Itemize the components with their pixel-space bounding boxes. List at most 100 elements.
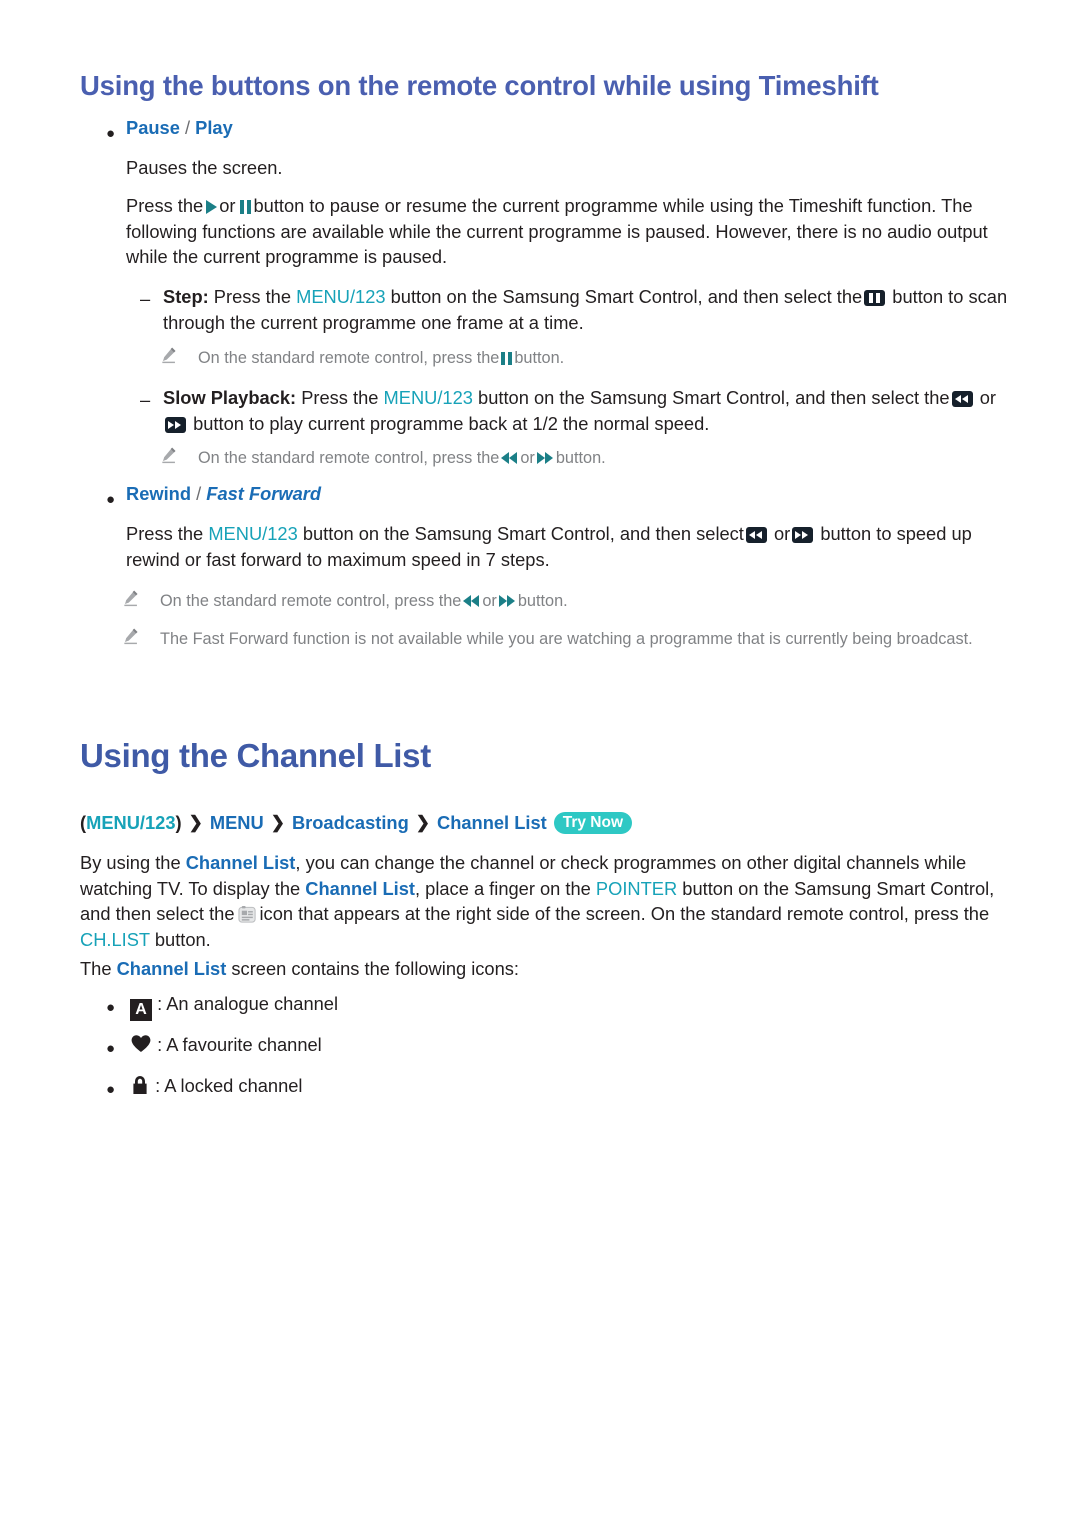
bullet-marker: ● <box>106 1081 116 1098</box>
legend-item-analogue: A : An analogue channel <box>130 992 338 1021</box>
step-note: On the standard remote control, press th… <box>198 346 998 370</box>
step-paragraph: Step: Press the MENU/123 button on the S… <box>163 284 1008 335</box>
channel-list-icon <box>237 905 256 923</box>
slow-playback-label: Slow Playback: <box>163 387 297 408</box>
icons-intro-lead: The <box>80 958 112 979</box>
cl-p3-tail: icon that appears at the right side of t… <box>259 903 990 924</box>
pointer-key: POINTER <box>595 877 678 899</box>
bullet-marker: ● <box>106 1040 116 1057</box>
rewind-button-icon <box>951 391 973 407</box>
rff-lead: Press the <box>126 523 204 544</box>
favourite-channel-icon <box>131 1035 151 1052</box>
dash-marker: – <box>140 389 151 410</box>
fast-forward-label: Fast Forward <box>206 483 322 504</box>
slow-mid: button on the Samsung Smart Control, and… <box>478 387 950 408</box>
step-lead: Press the <box>213 286 292 307</box>
pencil-icon <box>124 590 138 607</box>
fast-forward-note-icon <box>498 595 516 608</box>
pause-play-paragraph: Press the or button to pause or resume the… <box>126 193 1006 270</box>
rewind-label: Rewind <box>126 483 192 504</box>
breadcrumb-close-paren: ) <box>175 812 182 833</box>
menu-123-key: MENU/123 <box>208 523 298 544</box>
note-lead: On the standard remote control, press th… <box>160 592 462 610</box>
legend-item-favourite: : A favourite channel <box>130 1033 322 1057</box>
page-heading: Using the Channel List <box>80 737 431 774</box>
step-note-tail: button. <box>514 349 565 367</box>
paragraph-tail: button to pause or resume the current pr… <box>126 195 988 267</box>
pencil-icon <box>124 628 138 645</box>
step-note-lead: On the standard remote control, press th… <box>198 349 500 367</box>
pause-play-title: Pause / Play <box>126 117 233 139</box>
cl-p1-lead: By using the <box>80 852 181 873</box>
title-separator: / <box>184 117 191 138</box>
pencil-icon <box>162 347 176 364</box>
section-heading: Using the buttons on the remote control … <box>80 70 879 101</box>
fast-forward-button-icon <box>792 527 814 543</box>
icons-intro-tail: screen contains the following icons: <box>231 958 519 979</box>
document-page: Using the buttons on the remote control … <box>0 0 1080 1527</box>
rewind-fastforward-paragraph: Press the MENU/123 button on the Samsung… <box>126 521 1006 572</box>
legend-locked-text: : A locked channel <box>155 1075 303 1096</box>
rewind-note-icon <box>501 452 518 465</box>
breadcrumb-menu-key: MENU/123 <box>86 812 176 833</box>
breadcrumb-item-channel-list[interactable]: Channel List <box>437 812 547 834</box>
title-separator: / <box>196 483 202 504</box>
breadcrumb-item-menu[interactable]: MENU <box>210 812 264 834</box>
locked-channel-icon <box>133 1076 147 1094</box>
paragraph-lead: Press the <box>126 195 204 216</box>
slow-playback-paragraph: Slow Playback: Press the MENU/123 button… <box>163 385 1008 436</box>
analogue-channel-icon: A <box>130 999 152 1021</box>
rff-mid: button on the Samsung Smart Control, and… <box>302 523 744 544</box>
play-icon <box>206 200 218 214</box>
fast-forward-button-icon <box>165 416 186 433</box>
menu-123-key: MENU/123 <box>383 387 473 408</box>
channel-list-link: Channel List <box>305 877 415 899</box>
slow-tail: button to play current programme back at… <box>193 412 710 434</box>
dash-marker: – <box>140 288 151 309</box>
breadcrumb-separator: ❯ <box>188 813 203 832</box>
pencil-icon <box>162 447 176 464</box>
rff-or: or <box>773 523 791 544</box>
try-now-badge[interactable]: Try Now <box>553 812 633 834</box>
ch-list-key: CH.LIST <box>80 928 150 950</box>
breadcrumb-separator: ❯ <box>415 813 431 832</box>
pauses-the-screen-text: Pauses the screen. <box>126 157 283 178</box>
pause-label: Pause <box>126 117 180 138</box>
play-label: Play <box>195 117 233 138</box>
icons-intro: The Channel List screen contains the fol… <box>80 956 519 982</box>
cl-p4-tail: button. <box>154 928 211 950</box>
note-fastforward-unavailable: The Fast Forward function is not availab… <box>160 630 973 648</box>
channel-list-paragraph: By using the Channel List, you can chang… <box>80 850 1008 952</box>
step-mid: button on the Samsung Smart Control, and… <box>390 286 863 307</box>
legend-analogue-text: : An analogue channel <box>157 993 339 1014</box>
menu-123-key: MENU/123 <box>296 286 386 307</box>
slow-note-or: or <box>520 449 535 467</box>
slow-playback-note: On the standard remote control, press th… <box>198 446 998 470</box>
bullet-marker: ● <box>106 491 116 508</box>
rewind-button-icon <box>745 527 767 543</box>
pause-icon <box>239 200 252 214</box>
rewind-note-icon <box>463 595 480 608</box>
breadcrumb-separator: ❯ <box>270 813 285 832</box>
slow-lead: Press the <box>301 387 379 408</box>
bullet-marker: ● <box>106 125 116 142</box>
step-label: Step: <box>163 286 209 307</box>
cl-p2-mid: , place a finger on the <box>415 877 591 899</box>
paragraph-or: or <box>219 195 236 216</box>
step-button-icon <box>864 290 886 306</box>
note-standard-remote: On the standard remote control, press th… <box>160 589 1010 613</box>
slow-note-tail: button. <box>555 449 606 467</box>
bullet-marker: ● <box>106 999 116 1016</box>
legend-item-locked: : A locked channel <box>130 1074 302 1098</box>
breadcrumb: (MENU/123) ❯ MENU ❯ Broadcasting ❯ Chann… <box>80 812 633 834</box>
note-tail: button. <box>517 592 568 610</box>
pause-note-icon <box>501 352 513 365</box>
rewind-fastforward-title: Rewind / Fast Forward <box>126 483 321 505</box>
fast-forward-note-icon <box>536 452 554 465</box>
note-or: or <box>482 592 497 610</box>
legend-favourite-text: : A favourite channel <box>157 1034 322 1055</box>
channel-list-link: Channel List <box>185 852 296 873</box>
breadcrumb-item-broadcasting[interactable]: Broadcasting <box>292 812 409 834</box>
channel-list-link: Channel List <box>116 958 227 979</box>
slow-or: or <box>979 387 996 408</box>
